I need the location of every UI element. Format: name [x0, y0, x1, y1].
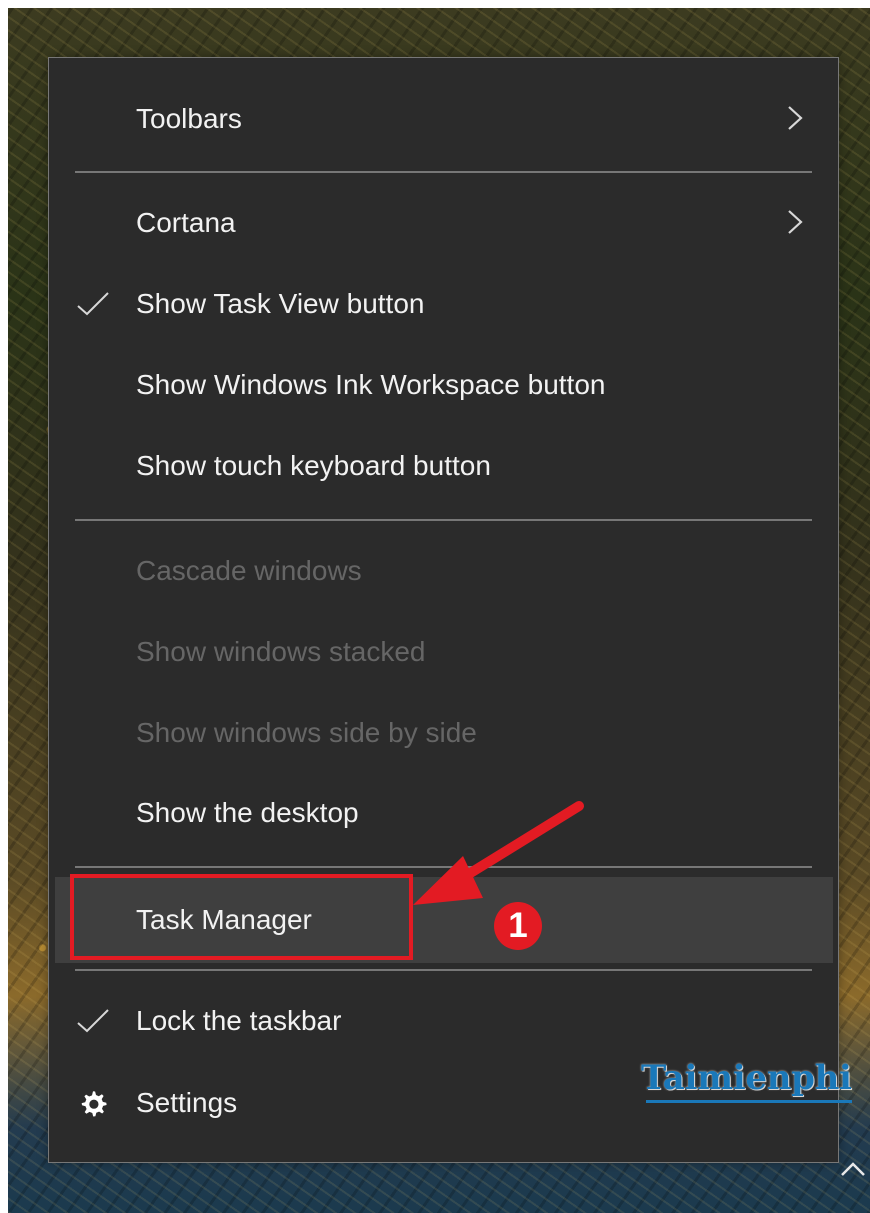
menu-item-cascade-windows[interactable]: Cascade windows	[49, 542, 838, 600]
menu-item-label: Lock the taskbar	[136, 1005, 342, 1036]
annotation-arrow-icon	[413, 801, 584, 905]
menu-separator	[75, 969, 812, 971]
menu-item-show-windows-stacked[interactable]: Show windows stacked	[49, 623, 838, 681]
taskbar-context-menu: Toolbars Cortana Show Task View button S…	[48, 57, 839, 1163]
menu-item-lock-the-taskbar[interactable]: Lock the taskbar	[49, 992, 838, 1050]
check-icon	[77, 292, 109, 316]
check-icon	[77, 1009, 109, 1033]
menu-separator	[75, 519, 812, 521]
watermark: Taimienphi	[641, 1058, 852, 1103]
menu-separator	[75, 171, 812, 173]
menu-item-label: Settings	[136, 1087, 238, 1118]
chevron-right-icon	[788, 210, 803, 234]
menu-item-label: Show the desktop	[136, 797, 359, 828]
menu-item-show-windows-side-by-side[interactable]: Show windows side by side	[49, 704, 838, 762]
gear-icon	[81, 1091, 107, 1117]
menu-item-show-task-view-button[interactable]: Show Task View button	[49, 275, 838, 333]
chevron-right-icon	[788, 106, 803, 130]
menu-item-show-ink-workspace-button[interactable]: Show Windows Ink Workspace button	[49, 356, 838, 414]
chevron-up-icon[interactable]	[839, 1160, 867, 1178]
menu-item-label: Show Windows Ink Workspace button	[136, 369, 606, 400]
menu-item-label: Show windows side by side	[136, 717, 477, 748]
menu-item-cortana[interactable]: Cortana	[49, 194, 838, 252]
menu-item-label: Show touch keyboard button	[136, 450, 491, 481]
menu-item-toolbars[interactable]: Toolbars	[49, 90, 838, 148]
menu-item-show-touch-keyboard-button[interactable]: Show touch keyboard button	[49, 437, 838, 495]
menu-item-label: Show Task View button	[136, 288, 425, 319]
menu-item-label: Toolbars	[136, 103, 242, 134]
menu-item-label: Cascade windows	[136, 555, 362, 586]
menu-item-label: Cortana	[136, 207, 236, 238]
step-number-badge: 1	[494, 902, 542, 950]
menu-item-label: Task Manager	[136, 904, 312, 935]
menu-item-label: Show windows stacked	[136, 636, 426, 667]
